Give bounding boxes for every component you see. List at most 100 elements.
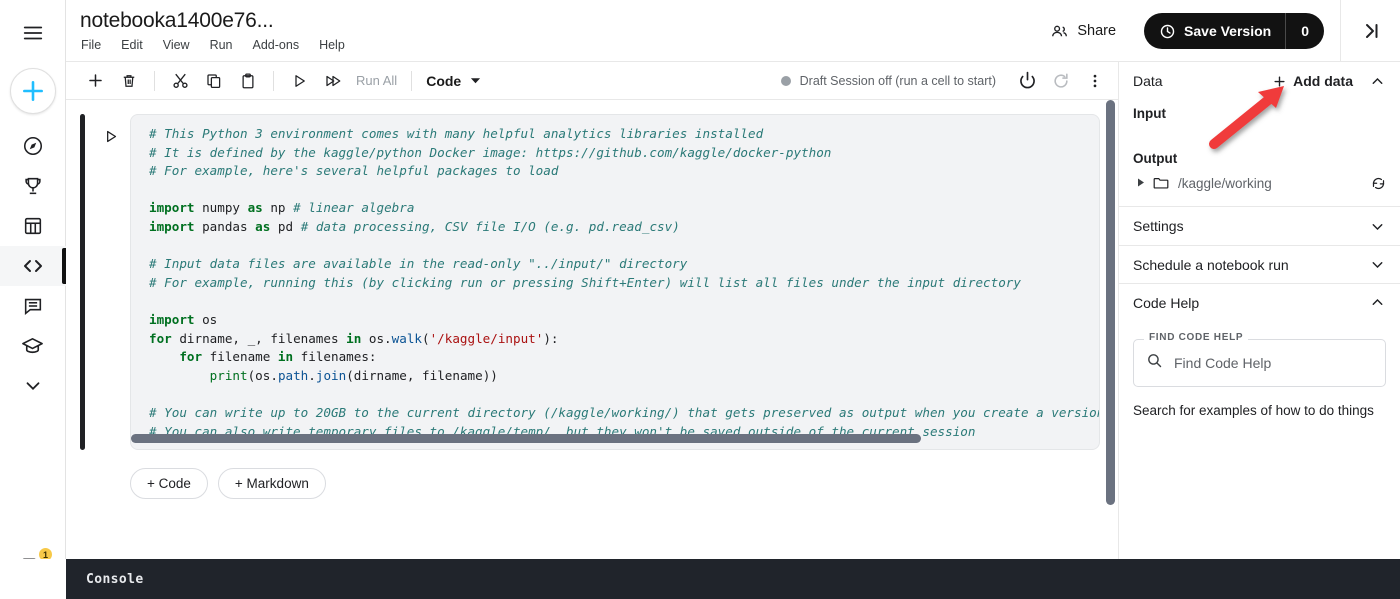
compass-icon[interactable] — [0, 126, 66, 166]
code-line: # Input data files are available in the … — [149, 256, 688, 272]
sidebar-item-code[interactable] — [0, 246, 66, 286]
cut-icon[interactable] — [163, 66, 197, 96]
main-vertical-scrollbar[interactable] — [1106, 100, 1115, 559]
header-actions: Share Save Version 0 — [1040, 0, 1400, 62]
toolbar-divider — [273, 70, 274, 91]
menu-addons[interactable]: Add-ons — [253, 38, 300, 52]
menu-file[interactable]: File — [81, 38, 101, 52]
chevron-down-icon[interactable] — [1369, 256, 1386, 273]
notebook-cell: # This Python 3 environment comes with m… — [66, 114, 1118, 450]
restart-icon[interactable] — [1044, 66, 1078, 96]
notebook-main: # This Python 3 environment comes with m… — [66, 100, 1118, 559]
notebook-toolbar: Run All Code Draft Session off (run a ce… — [66, 62, 1118, 100]
chevron-down-icon[interactable] — [1369, 218, 1386, 235]
settings-section-header[interactable]: Settings — [1119, 207, 1400, 245]
add-data-label: Add data — [1293, 73, 1353, 89]
cell-type-dropdown[interactable]: Code — [420, 73, 487, 89]
code-line: # You can write up to 20GB to the curren… — [149, 404, 1100, 420]
chevron-up-icon[interactable] — [1369, 294, 1386, 311]
more-options-icon[interactable] — [1078, 66, 1112, 96]
menu-edit[interactable]: Edit — [121, 38, 143, 52]
code-line: import numpy as np # linear algebra — [149, 200, 415, 216]
kaggle-notebook-app: 1 notebooka1400e76... File Edit View Run… — [0, 0, 1400, 599]
cell-selection-bar — [80, 114, 85, 450]
console-bar[interactable]: Console — [66, 559, 1400, 599]
code-line: import pandas as pd # data processing, C… — [149, 218, 680, 234]
run-all-icon[interactable] — [316, 66, 350, 96]
add-markdown-label: + Markdown — [234, 476, 309, 491]
expand-triangle-icon[interactable] — [1137, 174, 1145, 192]
collapse-panel-icon[interactable] — [1340, 0, 1400, 62]
folder-icon — [1153, 176, 1169, 190]
code-editor[interactable]: # This Python 3 environment comes with m… — [130, 114, 1100, 450]
save-version-button[interactable]: Save Version 0 — [1144, 13, 1324, 49]
toolbar-session-area: Draft Session off (run a cell to start) — [780, 66, 1118, 96]
chevron-down-icon[interactable] — [0, 366, 66, 406]
code-horizontal-scrollbar[interactable] — [131, 434, 1099, 443]
console-left-spacer — [0, 559, 66, 599]
learn-icon[interactable] — [0, 326, 66, 366]
save-version-count: 0 — [1285, 13, 1324, 49]
settings-label: Settings — [1133, 218, 1184, 234]
table-icon[interactable] — [0, 206, 66, 246]
notebook-header: notebooka1400e76... File Edit View Run A… — [66, 0, 1400, 62]
session-status-dot — [780, 75, 791, 86]
cell-run-icon[interactable] — [102, 128, 119, 150]
code-line: # For example, here's several helpful pa… — [149, 163, 559, 179]
code-line: import os — [149, 311, 218, 327]
page-title: notebooka1400e76... — [80, 9, 274, 32]
add-code-label: + Code — [147, 476, 191, 491]
share-button[interactable]: Share — [1040, 16, 1126, 47]
menu-run[interactable]: Run — [210, 38, 233, 52]
cell-type-label: Code — [426, 72, 462, 89]
add-cell-icon[interactable] — [78, 66, 112, 96]
refresh-output-icon[interactable] — [1371, 176, 1386, 191]
output-folder-row[interactable]: /kaggle/working — [1119, 168, 1400, 198]
code-help-title: Code Help — [1133, 294, 1200, 311]
delete-cell-icon[interactable] — [112, 66, 146, 96]
paste-icon[interactable] — [231, 66, 265, 96]
code-line: for dirname, _, filenames in os.walk('/k… — [149, 330, 559, 346]
save-version-label: Save Version — [1184, 23, 1272, 39]
annotation-arrow — [1209, 86, 1284, 149]
trophy-icon[interactable] — [0, 166, 66, 206]
scrollbar-thumb[interactable] — [131, 434, 921, 443]
code-line: print(os.path.join(dirname, filename)) — [209, 367, 498, 383]
chevron-up-icon[interactable] — [1369, 73, 1386, 90]
data-section-title: Data — [1133, 73, 1163, 89]
menubar: File Edit View Run Add-ons Help — [81, 38, 345, 52]
discussion-icon[interactable] — [0, 286, 66, 326]
search-icon — [1146, 352, 1163, 374]
find-code-help-legend: FIND CODE HELP — [1144, 332, 1249, 343]
add-cell-buttons: + Code + Markdown — [130, 468, 1118, 499]
create-icon[interactable] — [9, 68, 56, 114]
menu-icon[interactable] — [11, 12, 55, 54]
run-icon[interactable] — [282, 66, 316, 96]
code-line: # It is defined by the kaggle/python Doc… — [149, 144, 832, 160]
schedule-section-header[interactable]: Schedule a notebook run — [1119, 245, 1400, 283]
code-line: # This Python 3 environment comes with m… — [149, 126, 764, 141]
toolbar-divider — [154, 70, 155, 91]
people-icon — [1052, 25, 1068, 36]
left-icon-rail: 1 — [0, 0, 66, 599]
run-all-button[interactable]: Run All — [350, 73, 403, 88]
power-icon[interactable] — [1010, 66, 1044, 96]
code-line: # For example, running this (by clicking… — [149, 274, 1021, 290]
output-path-label: /kaggle/working — [1178, 175, 1272, 191]
add-code-button[interactable]: + Code — [130, 468, 208, 499]
code-help-section-header[interactable]: Code Help — [1119, 283, 1400, 321]
chevron-down-icon — [471, 78, 481, 84]
code-content: # This Python 3 environment comes with m… — [131, 125, 1099, 441]
scrollbar-thumb[interactable] — [1106, 100, 1115, 505]
share-label: Share — [1077, 23, 1117, 39]
menu-view[interactable]: View — [163, 38, 190, 52]
add-markdown-button[interactable]: + Markdown — [217, 468, 326, 499]
session-status-label: Draft Session off (run a cell to start) — [799, 73, 996, 88]
copy-icon[interactable] — [197, 66, 231, 96]
toolbar-divider — [411, 70, 413, 91]
code-help-search-input[interactable] — [1174, 355, 1373, 371]
menu-help[interactable]: Help — [319, 38, 345, 52]
